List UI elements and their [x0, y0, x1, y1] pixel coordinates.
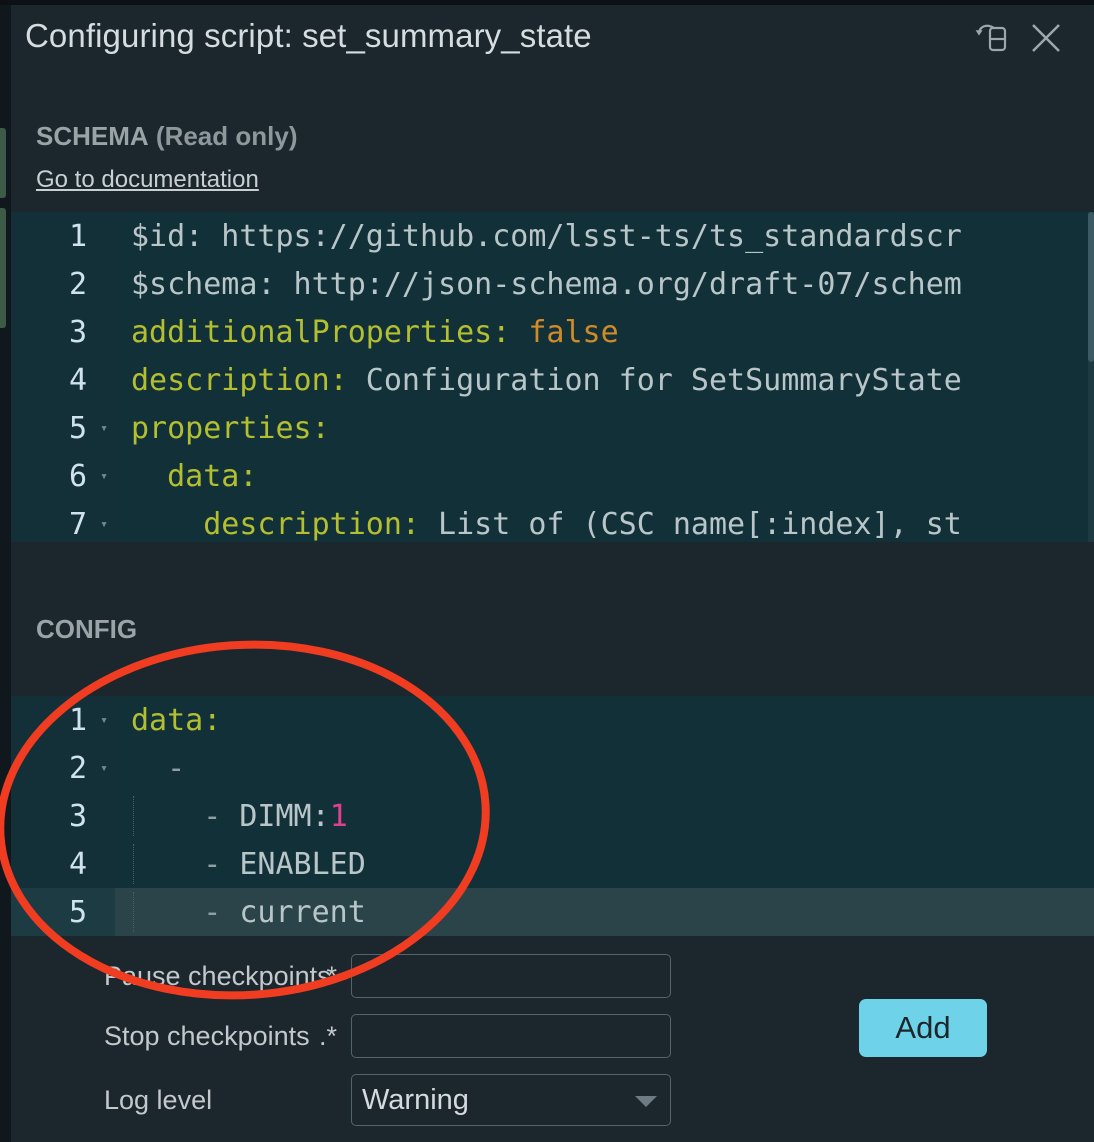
fold-spacer — [93, 356, 115, 404]
fold-toggle-icon[interactable]: ▾ — [93, 696, 115, 744]
code-text: properties: — [115, 411, 1094, 446]
config-line[interactable]: 3 - DIMM:1 — [11, 792, 1094, 840]
code-text: description: Configuration for SetSummar… — [115, 363, 1094, 398]
code-text: - — [115, 751, 1094, 786]
indent-guide — [133, 892, 134, 932]
schema-code-editor[interactable]: 1 $id: https://github.com/lsst-ts/ts_stan… — [11, 212, 1094, 542]
line-number: 2 — [11, 744, 93, 792]
background-panel-accent — [0, 128, 6, 198]
code-text: - ENABLED — [115, 847, 1094, 882]
configure-script-dialog: Configuring script: set_summary_state — [11, 5, 1094, 1142]
line-number: 3 — [11, 792, 93, 840]
schema-heading-suffix: (Read only) — [156, 121, 298, 151]
log-level-label: Log level — [11, 1085, 291, 1116]
line-number: 1 — [11, 212, 93, 260]
add-button[interactable]: Add — [859, 999, 987, 1057]
restore-panel-icon[interactable] — [972, 18, 1012, 58]
page-title: Configuring script: set_summary_state — [25, 17, 592, 55]
line-number: 5 — [11, 404, 93, 452]
app-screen: Configuring script: set_summary_state — [0, 0, 1094, 1142]
fold-spacer — [93, 212, 115, 260]
schema-line[interactable]: 3 additionalProperties: false — [11, 308, 1094, 356]
pause-checkpoints-default-value: .* — [291, 961, 337, 992]
stop-checkpoints-label: Stop checkpoints — [11, 1021, 291, 1052]
code-text: - current — [115, 895, 1094, 930]
line-number: 4 — [11, 356, 93, 404]
code-text: data: — [115, 459, 1094, 494]
pause-checkpoints-input[interactable] — [351, 954, 671, 998]
log-level-select[interactable]: Warning — [351, 1074, 671, 1126]
script-parameters-form: Pause checkpoints.*Stop checkpoints.*Log… — [11, 936, 1094, 1130]
schema-line[interactable]: 6▾ data: — [11, 452, 1094, 500]
config-heading: CONFIG — [11, 614, 1094, 645]
fold-spacer — [93, 260, 115, 308]
schema-line[interactable]: 2 $schema: http://json-schema.org/draft-0… — [11, 260, 1094, 308]
stop-checkpoints-default-value: .* — [291, 1021, 337, 1052]
fold-toggle-icon[interactable]: ▾ — [93, 500, 115, 542]
go-to-documentation-link[interactable]: Go to documentation — [36, 166, 259, 194]
config-line[interactable]: 1▾data: — [11, 696, 1094, 744]
close-icon[interactable] — [1026, 18, 1066, 58]
line-number: 4 — [11, 840, 93, 888]
line-number: 2 — [11, 260, 93, 308]
config-code-editor[interactable]: 1▾data:2▾ - 3 - DIMM:14 - ENABLED5 - cur… — [11, 696, 1094, 936]
schema-heading: SCHEMA (Read only) — [11, 121, 1094, 152]
schema-line[interactable]: 1 $id: https://github.com/lsst-ts/ts_stan… — [11, 212, 1094, 260]
schema-section-header: SCHEMA (Read only) Go to documentation — [11, 83, 1094, 194]
fold-spacer — [93, 308, 115, 356]
config-section-header: CONFIG — [11, 542, 1094, 645]
fold-toggle-icon[interactable]: ▾ — [93, 744, 115, 792]
form-row-log-level: Log level Warning — [11, 1070, 1094, 1130]
code-text: - DIMM:1 — [115, 799, 1094, 834]
schema-line[interactable]: 7▾ description: List of (CSC name[:index… — [11, 500, 1094, 542]
code-text: description: List of (CSC name[:index], … — [115, 507, 1094, 542]
underlying-app-strip — [0, 0, 11, 1142]
fold-spacer — [93, 888, 115, 936]
indent-guide — [133, 844, 134, 884]
line-number: 7 — [11, 500, 93, 542]
schema-line[interactable]: 4 description: Configuration for SetSumma… — [11, 356, 1094, 404]
schema-heading-text: SCHEMA — [36, 121, 149, 151]
line-number: 1 — [11, 696, 93, 744]
fold-spacer — [93, 792, 115, 840]
background-panel-accent — [0, 208, 6, 328]
form-row-pause-checkpoints: Pause checkpoints.* — [11, 950, 1094, 1002]
fold-toggle-icon[interactable]: ▾ — [93, 452, 115, 500]
stop-checkpoints-input[interactable] — [351, 1014, 671, 1058]
log-level-selected-value[interactable]: Warning — [351, 1074, 671, 1126]
line-number: 6 — [11, 452, 93, 500]
header-actions — [972, 18, 1066, 58]
fold-toggle-icon[interactable]: ▾ — [93, 404, 115, 452]
pause-checkpoints-label: Pause checkpoints — [11, 961, 291, 992]
config-line[interactable]: 2▾ - — [11, 744, 1094, 792]
line-number: 3 — [11, 308, 93, 356]
schema-line[interactable]: 5▾properties: — [11, 404, 1094, 452]
schema-editor-scrollbar[interactable] — [1088, 212, 1094, 542]
line-number: 5 — [11, 888, 93, 936]
code-text: $schema: http://json-schema.org/draft-07… — [115, 267, 1094, 302]
config-line[interactable]: 5 - current — [11, 888, 1094, 936]
fold-spacer — [93, 840, 115, 888]
dialog-header: Configuring script: set_summary_state — [11, 5, 1094, 83]
indent-guide — [133, 796, 134, 836]
code-text: $id: https://github.com/lsst-ts/ts_stand… — [115, 219, 1094, 254]
config-line[interactable]: 4 - ENABLED — [11, 840, 1094, 888]
code-text: additionalProperties: false — [115, 315, 1094, 350]
code-text: data: — [115, 703, 1094, 738]
